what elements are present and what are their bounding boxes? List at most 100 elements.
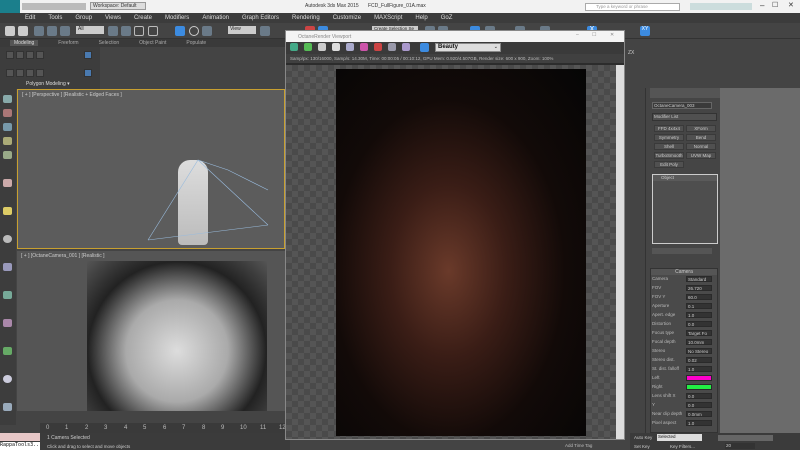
- tool-icon[interactable]: [3, 95, 12, 103]
- unlink-icon[interactable]: [47, 26, 57, 36]
- modifier-button[interactable]: UVW Map: [686, 152, 716, 159]
- menu-views[interactable]: Views: [105, 15, 121, 21]
- menu-tools[interactable]: Tools: [48, 15, 62, 21]
- pause-icon[interactable]: [332, 43, 340, 51]
- param-value[interactable]: 1.0: [686, 312, 712, 318]
- modifier-button[interactable]: Symmetry: [654, 134, 684, 141]
- command-panel-tabs[interactable]: [650, 88, 720, 98]
- modifier-button[interactable]: Edit Poly: [654, 161, 684, 168]
- pivot-icon[interactable]: [260, 26, 270, 36]
- param-value[interactable]: 0.0mm: [686, 411, 712, 417]
- set-key-button[interactable]: Set Key: [634, 444, 650, 449]
- current-frame-field[interactable]: 20: [725, 443, 755, 449]
- link-icon[interactable]: [34, 26, 44, 36]
- param-value[interactable]: 0.1: [686, 303, 712, 309]
- select-by-name-icon[interactable]: [121, 26, 131, 36]
- menu-goz[interactable]: GoZ: [441, 15, 453, 21]
- ribbon-tool-icon[interactable]: [26, 69, 34, 77]
- param-value[interactable]: Target Fo: [686, 330, 712, 336]
- param-value[interactable]: [686, 384, 712, 390]
- region-icon[interactable]: [346, 43, 354, 51]
- menu-graph-editors[interactable]: Graph Editors: [242, 15, 279, 21]
- param-value[interactable]: [686, 375, 712, 381]
- bind-icon[interactable]: [60, 26, 70, 36]
- axis-xy-button[interactable]: XY: [640, 26, 650, 36]
- axis-zx-button[interactable]: ZX: [628, 50, 634, 56]
- help-icons[interactable]: [690, 3, 752, 10]
- tab-populate[interactable]: Populate: [186, 40, 206, 46]
- modifier-button[interactable]: XForm: [686, 125, 716, 132]
- param-value[interactable]: No Stereo: [686, 348, 712, 354]
- menu-help[interactable]: Help: [415, 15, 427, 21]
- camera-rollout-header[interactable]: Camera: [651, 269, 717, 275]
- maximize-button[interactable]: ☐: [772, 1, 778, 9]
- render-canvas[interactable]: [286, 65, 616, 439]
- perspective-viewport[interactable]: [ + ] [Perspective ] [Realistic + Edged …: [17, 89, 285, 249]
- modifier-list-dropdown[interactable]: Modifier List: [652, 113, 717, 121]
- send-scene-icon[interactable]: [290, 43, 298, 51]
- ribbon-tool-icon[interactable]: [36, 51, 44, 59]
- modifier-button[interactable]: TurboSmooth: [654, 152, 684, 159]
- undo-icon[interactable]: [5, 26, 15, 36]
- viewport-label[interactable]: [ + ] [Perspective ] [Realistic + Edged …: [22, 92, 122, 98]
- auto-key-button[interactable]: Auto Key: [634, 435, 652, 440]
- stack-tools[interactable]: [652, 248, 712, 254]
- tab-selection[interactable]: Selection: [99, 40, 120, 46]
- menu-animation[interactable]: Animation: [202, 15, 229, 21]
- rotate-icon[interactable]: [189, 26, 199, 36]
- octane-close-button[interactable]: ✕: [610, 32, 614, 38]
- move-icon[interactable]: [175, 26, 185, 36]
- tool-icon[interactable]: [3, 375, 12, 383]
- search-input[interactable]: Type a keyword or phrase: [585, 3, 680, 11]
- ribbon-tool-icon[interactable]: [16, 69, 24, 77]
- scale-icon[interactable]: [202, 26, 212, 36]
- polygon-modeling-panel-label[interactable]: Polygon Modeling ▾: [26, 81, 70, 87]
- param-value[interactable]: 0.0: [686, 321, 712, 327]
- octane-maximize-button[interactable]: ☐: [592, 32, 596, 38]
- param-value[interactable]: 0.0: [686, 393, 712, 399]
- tool-icon[interactable]: [3, 347, 12, 355]
- menu-group[interactable]: Group: [75, 15, 92, 21]
- tool-icon[interactable]: [3, 403, 12, 411]
- object-name-field[interactable]: OctaneCamera_003: [652, 102, 712, 109]
- minimize-button[interactable]: –: [760, 1, 764, 10]
- viewport-label[interactable]: [ + ] [OctaneCamera_001 ] [Realistic ]: [21, 253, 105, 259]
- modifier-button[interactable]: FFD 4x4x4: [654, 125, 684, 132]
- reference-coord-dropdown[interactable]: View: [228, 26, 256, 34]
- tab-object-paint[interactable]: Object Paint: [139, 40, 166, 46]
- camera-viewport[interactable]: [ + ] [OctaneCamera_001 ] [Realistic ]: [17, 251, 285, 411]
- tool-icon[interactable]: [3, 179, 12, 187]
- key-mode-dropdown[interactable]: Selected: [657, 434, 702, 441]
- ribbon-tool-icon[interactable]: [84, 51, 92, 59]
- param-value[interactable]: 26.720: [686, 285, 712, 291]
- key-filters-button[interactable]: Key Filters...: [670, 444, 695, 449]
- tool-icon[interactable]: [3, 235, 12, 243]
- script-field[interactable]: RappaTools3..: [0, 442, 40, 450]
- tool-icon[interactable]: [3, 109, 12, 117]
- param-value[interactable]: 1.0: [686, 366, 712, 372]
- menu-rendering[interactable]: Rendering: [292, 15, 320, 21]
- menu-customize[interactable]: Customize: [333, 15, 361, 21]
- tab-modeling[interactable]: Modeling: [10, 40, 39, 46]
- tool-icon[interactable]: [3, 207, 12, 215]
- tab-freeform[interactable]: Freeform: [58, 40, 78, 46]
- menu-edit[interactable]: Edit: [25, 15, 35, 21]
- add-time-tag[interactable]: Add Time Tag: [565, 443, 592, 448]
- ribbon-tool-icon[interactable]: [6, 51, 14, 59]
- modifier-stack[interactable]: Object: [652, 174, 718, 244]
- ribbon-tool-icon[interactable]: [26, 51, 34, 59]
- param-value[interactable]: 0.0: [686, 402, 712, 408]
- window-crossing-icon[interactable]: [148, 26, 158, 36]
- focus-picker-icon[interactable]: [374, 43, 382, 51]
- timeline-ruler[interactable]: 0 1 2 3 4 5 6 7 8 9 10 11 12: [40, 423, 286, 433]
- lock-icon[interactable]: [420, 43, 429, 52]
- tool-icon[interactable]: [3, 137, 12, 145]
- modifier-button[interactable]: Normal: [686, 143, 716, 150]
- param-value[interactable]: 1.0: [686, 420, 712, 426]
- quick-access-icons[interactable]: [22, 3, 86, 10]
- menu-modifiers[interactable]: Modifiers: [165, 15, 189, 21]
- settings-icon[interactable]: [402, 43, 410, 51]
- param-value[interactable]: 60.0: [686, 294, 712, 300]
- stop-icon[interactable]: [318, 43, 326, 51]
- ribbon-tool-icon[interactable]: [36, 69, 44, 77]
